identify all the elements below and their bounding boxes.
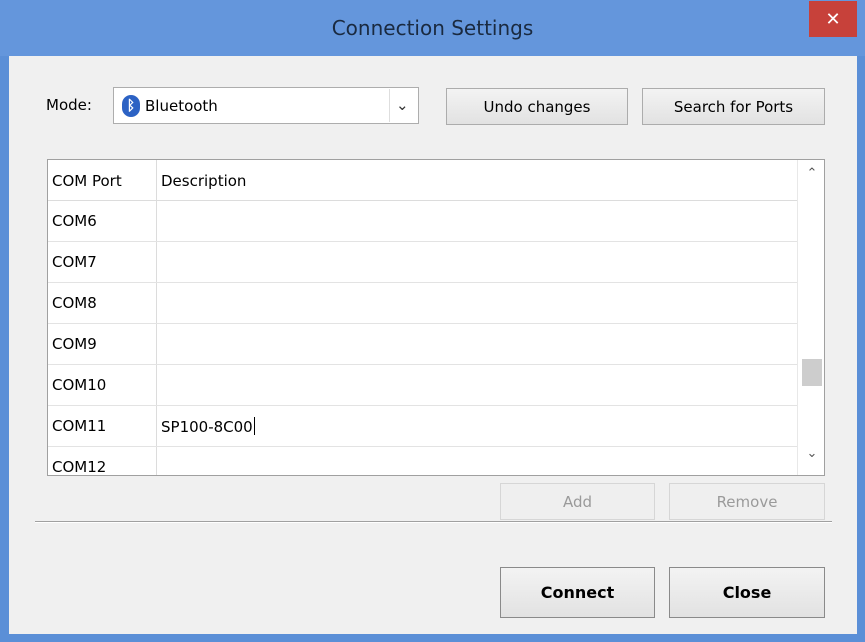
- com-port-cell: COM11: [52, 417, 107, 435]
- table-row[interactable]: COM12: [48, 447, 797, 476]
- dialog-body: Mode: ᛒ Bluetooth ⌄ Undo changes Search …: [9, 56, 857, 634]
- description-cell-editing[interactable]: SP100-8C00: [161, 417, 255, 436]
- close-window-button[interactable]: ✕: [809, 1, 857, 37]
- table-row[interactable]: COM10: [48, 365, 797, 406]
- scrollbar-thumb[interactable]: [802, 359, 822, 386]
- bluetooth-icon: ᛒ: [122, 95, 140, 117]
- com-port-cell: COM9: [52, 335, 97, 353]
- dropdown-separator: [389, 89, 390, 122]
- column-header-description[interactable]: Description: [161, 172, 246, 190]
- table-header: COM Port Description: [48, 160, 797, 201]
- com-port-cell: COM8: [52, 294, 97, 312]
- com-port-cell: COM12: [52, 458, 107, 476]
- add-button[interactable]: Add: [500, 483, 655, 520]
- scroll-down-arrow-icon[interactable]: ⌄: [798, 446, 824, 470]
- mode-selected-value: Bluetooth: [145, 97, 218, 115]
- connect-button[interactable]: Connect: [500, 567, 655, 618]
- com-port-cell: COM6: [52, 212, 97, 230]
- vertical-scrollbar[interactable]: ⌃ ⌄: [797, 160, 824, 475]
- description-text[interactable]: SP100-8C00: [161, 418, 253, 436]
- title-bar[interactable]: Connection Settings ✕: [0, 0, 865, 56]
- table-row[interactable]: COM7: [48, 242, 797, 283]
- search-for-ports-button[interactable]: Search for Ports: [642, 88, 825, 125]
- close-icon: ✕: [825, 8, 841, 30]
- com-port-cell: COM7: [52, 253, 97, 271]
- window-title: Connection Settings: [331, 16, 534, 40]
- divider-highlight: [35, 522, 832, 523]
- table-row[interactable]: COM11 SP100-8C00: [48, 406, 797, 447]
- undo-changes-button[interactable]: Undo changes: [446, 88, 628, 125]
- column-header-com-port[interactable]: COM Port: [52, 172, 122, 190]
- chevron-down-icon[interactable]: ⌄: [396, 96, 409, 114]
- text-cursor: [253, 417, 255, 435]
- mode-dropdown[interactable]: ᛒ Bluetooth ⌄: [113, 87, 419, 124]
- table-row[interactable]: COM6: [48, 201, 797, 242]
- close-button[interactable]: Close: [669, 567, 825, 618]
- table-row[interactable]: COM8: [48, 283, 797, 324]
- connection-settings-window: Connection Settings ✕ Mode: ᛒ Bluetooth …: [0, 0, 865, 642]
- table-row[interactable]: COM9: [48, 324, 797, 365]
- com-port-cell: COM10: [52, 376, 107, 394]
- scroll-up-arrow-icon[interactable]: ⌃: [798, 166, 824, 190]
- com-port-table: COM Port Description COM6 COM7 COM8 COM9…: [47, 159, 825, 476]
- mode-label: Mode:: [46, 96, 92, 114]
- remove-button[interactable]: Remove: [669, 483, 825, 520]
